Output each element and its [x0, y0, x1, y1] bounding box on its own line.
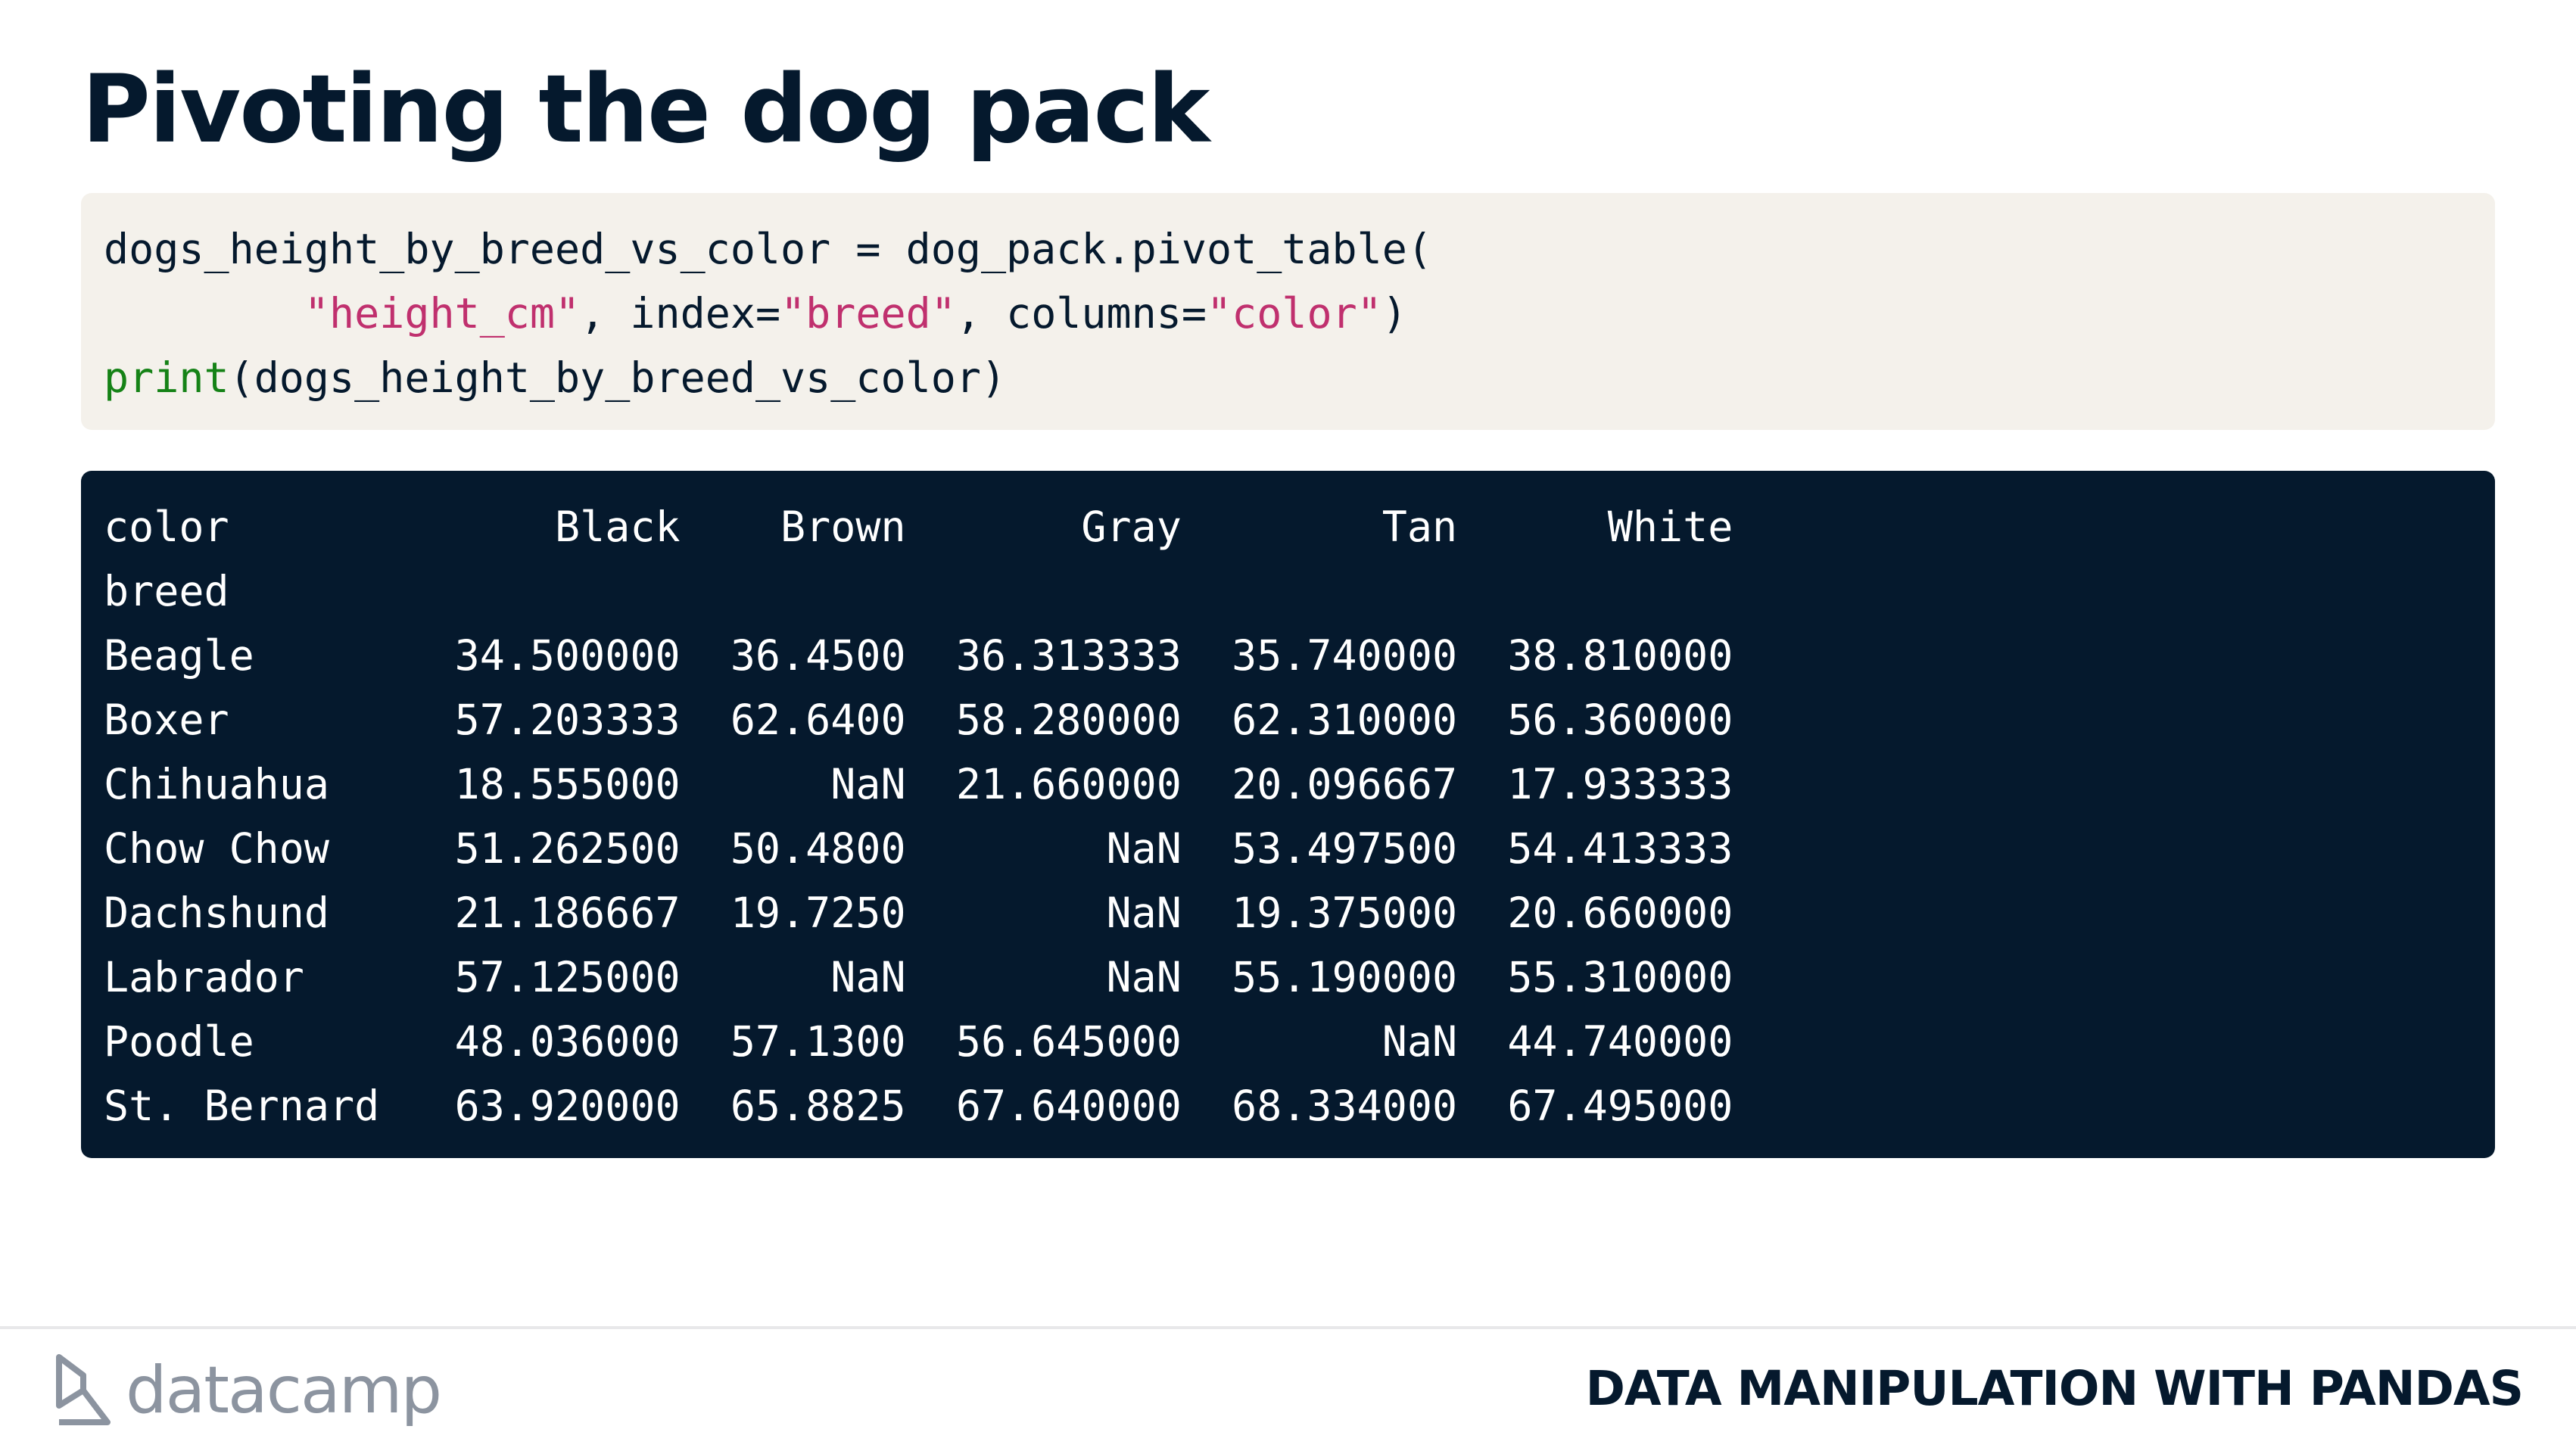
output-table-row: Chow Chow 51.262500 50.4800 NaN 53.49750… [104, 824, 1733, 873]
code-text: ) [1381, 289, 1407, 338]
code-string: "breed" [780, 289, 956, 338]
code-line-3: print(dogs_height_by_breed_vs_color) [104, 346, 2472, 410]
output-table-row: Beagle 34.500000 36.4500 36.313333 35.74… [104, 631, 1733, 680]
code-string: "color" [1207, 289, 1382, 338]
code-text: , columns= [955, 289, 1207, 338]
code-builtin: print [104, 353, 229, 402]
output-index-row: breed [104, 567, 229, 615]
code-line-2: "height_cm", index="breed", columns="col… [104, 282, 2472, 346]
datacamp-logo: datacamp [53, 1349, 442, 1432]
output-block: color Black Brown Gray Tan White breed B… [81, 471, 2495, 1158]
output-table-row: Chihuahua 18.555000 NaN 21.660000 20.096… [104, 760, 1733, 808]
brand-name: datacamp [126, 1353, 442, 1428]
code-text: , index= [580, 289, 781, 338]
datacamp-mark-icon [56, 1354, 111, 1425]
code-block: dogs_height_by_breed_vs_color = dog_pack… [81, 193, 2495, 430]
output-table-row: Dachshund 21.186667 19.7250 NaN 19.37500… [104, 889, 1733, 937]
footer-divider [0, 1326, 2576, 1329]
output-table-row: Poodle 48.036000 57.1300 56.645000 NaN 4… [104, 1017, 1733, 1066]
code-line-1: dogs_height_by_breed_vs_color = dog_pack… [104, 217, 2472, 282]
output-table-row: St. Bernard 63.920000 65.8825 67.640000 … [104, 1082, 1733, 1130]
code-text: dogs_height_by_breed_vs_color = dog_pack… [104, 225, 1432, 273]
code-string: "height_cm" [304, 289, 581, 338]
output-table-row: Boxer 57.203333 62.6400 58.280000 62.310… [104, 696, 1733, 744]
course-title: DATA MANIPULATION WITH PANDAS [1585, 1361, 2524, 1416]
output-header-row: color Black Brown Gray Tan White [104, 503, 1733, 551]
output-table-row: Labrador 57.125000 NaN NaN 55.190000 55.… [104, 953, 1733, 1001]
slide-title: Pivoting the dog pack [82, 55, 1210, 164]
code-text: (dogs_height_by_breed_vs_color) [229, 353, 1007, 402]
